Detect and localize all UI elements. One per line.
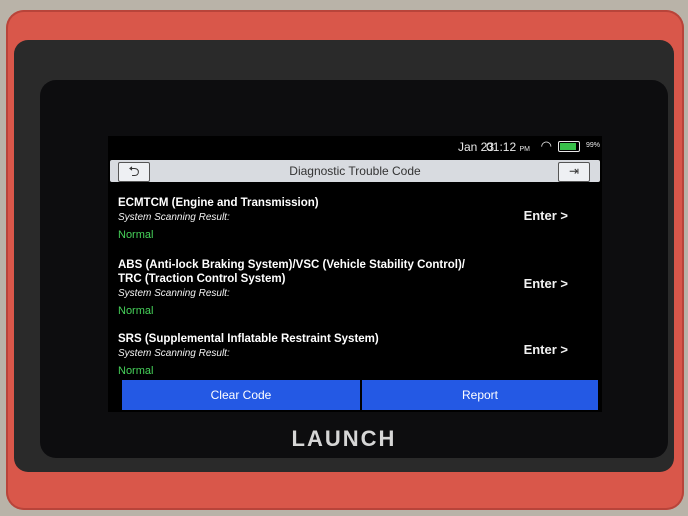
system-name: ECMTCM (Engine and Transmission) bbox=[118, 197, 319, 209]
system-scan-result: Normal bbox=[118, 365, 154, 377]
system-scan-label: System Scanning Result: bbox=[118, 348, 230, 359]
battery-percent: 99% bbox=[585, 142, 600, 149]
status-bar: Jan 23 01:12 PM ◠ 99% bbox=[108, 136, 602, 156]
status-ampm: PM bbox=[519, 146, 531, 153]
system-scan-result: Normal bbox=[118, 305, 154, 317]
title-bar: ⮌ Diagnostic Trouble Code ⇥ bbox=[110, 160, 600, 182]
display-screen: Jan 23 01:12 PM ◠ 99% ⮌ Diagnostic Troub… bbox=[108, 136, 602, 412]
exit-icon: ⇥ bbox=[568, 164, 580, 178]
system-item-abs[interactable]: ABS (Anti-lock Braking System)/VSC (Vehi… bbox=[118, 258, 592, 317]
exit-button[interactable]: ⇥ bbox=[558, 162, 590, 182]
enter-button[interactable]: Enter > bbox=[524, 208, 568, 223]
system-name-line1: ABS (Anti-lock Braking System)/VSC (Vehi… bbox=[118, 259, 465, 271]
battery-icon bbox=[558, 141, 580, 152]
bottom-action-bar: Clear Code Report bbox=[122, 380, 598, 410]
wifi-icon: ◠ bbox=[540, 138, 552, 153]
system-scan-label: System Scanning Result: bbox=[118, 288, 230, 299]
system-scan-result: Normal bbox=[118, 229, 154, 241]
system-scan-label: System Scanning Result: bbox=[118, 212, 230, 223]
page-title: Diagnostic Trouble Code bbox=[289, 164, 421, 178]
enter-button[interactable]: Enter > bbox=[524, 342, 568, 357]
battery-fill bbox=[560, 143, 576, 150]
system-name-line2: TRC (Traction Control System) bbox=[118, 273, 286, 285]
clear-code-button[interactable]: Clear Code bbox=[122, 380, 360, 410]
brand-logo: LAUNCH bbox=[291, 426, 397, 451]
system-item-ecmtcm[interactable]: ECMTCM (Engine and Transmission) System … bbox=[118, 196, 592, 241]
enter-button[interactable]: Enter > bbox=[524, 276, 568, 291]
system-name: SRS (Supplemental Inflatable Restraint S… bbox=[118, 333, 379, 345]
status-time-value: 01:12 bbox=[486, 140, 517, 154]
system-item-srs[interactable]: SRS (Supplemental Inflatable Restraint S… bbox=[118, 332, 592, 377]
report-button[interactable]: Report bbox=[362, 380, 598, 410]
status-time: 01:12 PM bbox=[486, 140, 530, 154]
